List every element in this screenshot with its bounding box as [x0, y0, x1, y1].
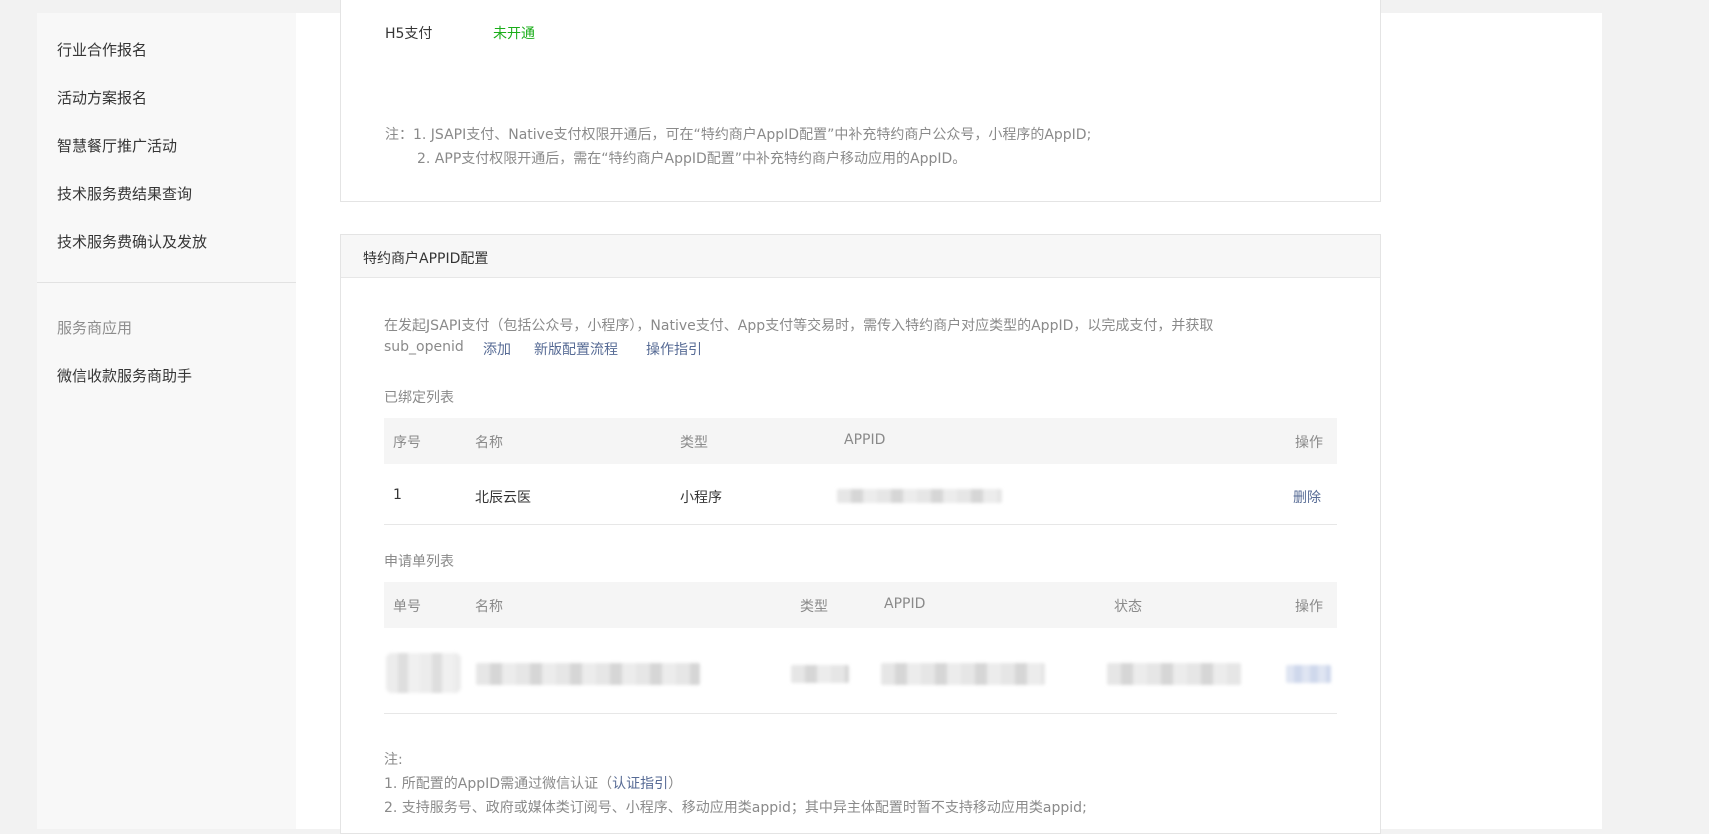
- sidebar-item-service-fee-confirm[interactable]: 技术服务费确认及发放: [57, 231, 207, 252]
- row-divider: [384, 524, 1337, 525]
- apply-row-action-redacted[interactable]: [1286, 665, 1331, 683]
- apply-header-name: 名称: [475, 599, 503, 615]
- bound-row-index: 1: [393, 487, 402, 503]
- bound-row-type: 小程序: [680, 490, 722, 506]
- apply-header-action: 操作: [1295, 599, 1323, 615]
- sidebar-divider: [37, 282, 296, 283]
- permission-note-line1: 注：1. JSAPI支付、Native支付权限开通后，可在“特约商户AppID配…: [385, 127, 1092, 143]
- apply-row-name-redacted: [476, 663, 700, 685]
- add-appid-link[interactable]: 添加: [483, 339, 511, 359]
- row-divider: [384, 713, 1337, 714]
- apply-header-status: 状态: [1114, 599, 1142, 615]
- sidebar-item-service-fee-query[interactable]: 技术服务费结果查询: [57, 183, 192, 204]
- bound-header-action: 操作: [1295, 435, 1323, 451]
- apply-list-title: 申请单列表: [384, 554, 454, 570]
- notes-title: 注:: [384, 752, 403, 768]
- sidebar-item-industry-cooperation[interactable]: 行业合作报名: [57, 39, 147, 60]
- delete-button[interactable]: 删除: [1293, 487, 1321, 507]
- bound-row-name: 北辰云医: [475, 490, 531, 506]
- new-config-flow-link[interactable]: 新版配置流程: [534, 339, 618, 359]
- sidebar-item-activity-plan[interactable]: 活动方案报名: [57, 87, 147, 108]
- operation-guide-link[interactable]: 操作指引: [646, 339, 702, 359]
- sidebar-section-title: 服务商应用: [57, 319, 133, 337]
- apply-row-number-redacted: [386, 653, 461, 693]
- sidebar-item-smart-restaurant[interactable]: 智慧餐厅推广活动: [57, 135, 177, 156]
- apply-header-appid: APPID: [884, 596, 926, 612]
- sidebar-item-wechat-assistant[interactable]: 微信收款服务商助手: [57, 365, 192, 386]
- bound-header-index: 序号: [393, 435, 421, 451]
- panel-title: 特约商户APPID配置: [363, 251, 489, 267]
- intro-text: 在发起JSAPI支付（包括公众号，小程序），Native支付、App支付等交易时…: [384, 318, 1214, 334]
- apply-row-status-redacted: [1107, 663, 1241, 685]
- bound-header-appid: APPID: [844, 432, 886, 448]
- bound-header-name: 名称: [475, 435, 503, 451]
- bound-list-title: 已绑定列表: [384, 390, 454, 406]
- apply-row-type-redacted: [791, 665, 849, 683]
- apply-header-type: 类型: [800, 599, 828, 615]
- bound-row-appid-redacted: [837, 489, 1002, 503]
- notes-line1-prefix: 1. 所配置的AppID需通过微信认证（: [384, 776, 613, 792]
- h5-pay-label: H5支付: [385, 26, 433, 42]
- apply-table-header: 单号 名称 类型 APPID 状态 操作: [384, 582, 1337, 628]
- bound-table-header: 序号 名称 类型 APPID 操作: [384, 418, 1337, 464]
- intro-text-subopenid: sub_openid: [384, 339, 464, 355]
- notes-line1: 1. 所配置的AppID需通过微信认证（认证指引）: [384, 773, 682, 793]
- apply-row-appid-redacted: [881, 663, 1045, 685]
- certification-guide-link[interactable]: 认证指引: [612, 776, 668, 792]
- notes-line2: 2. 支持服务号、政府或媒体类订阅号、小程序、移动应用类appid；其中异主体配…: [384, 800, 1087, 816]
- h5-pay-status: 未开通: [493, 26, 535, 42]
- bound-header-type: 类型: [680, 435, 708, 451]
- panel-header: 特约商户APPID配置: [341, 235, 1380, 278]
- notes-line1-suffix: ）: [668, 776, 683, 792]
- apply-header-number: 单号: [393, 599, 421, 615]
- permission-note-line2: 2. APP支付权限开通后，需在“特约商户AppID配置”中补充特约商户移动应用…: [417, 151, 967, 167]
- payment-permission-panel: H5支付 未开通 注：1. JSAPI支付、Native支付权限开通后，可在“特…: [340, 0, 1381, 202]
- appid-config-panel: 特约商户APPID配置 在发起JSAPI支付（包括公众号，小程序），Native…: [340, 234, 1381, 834]
